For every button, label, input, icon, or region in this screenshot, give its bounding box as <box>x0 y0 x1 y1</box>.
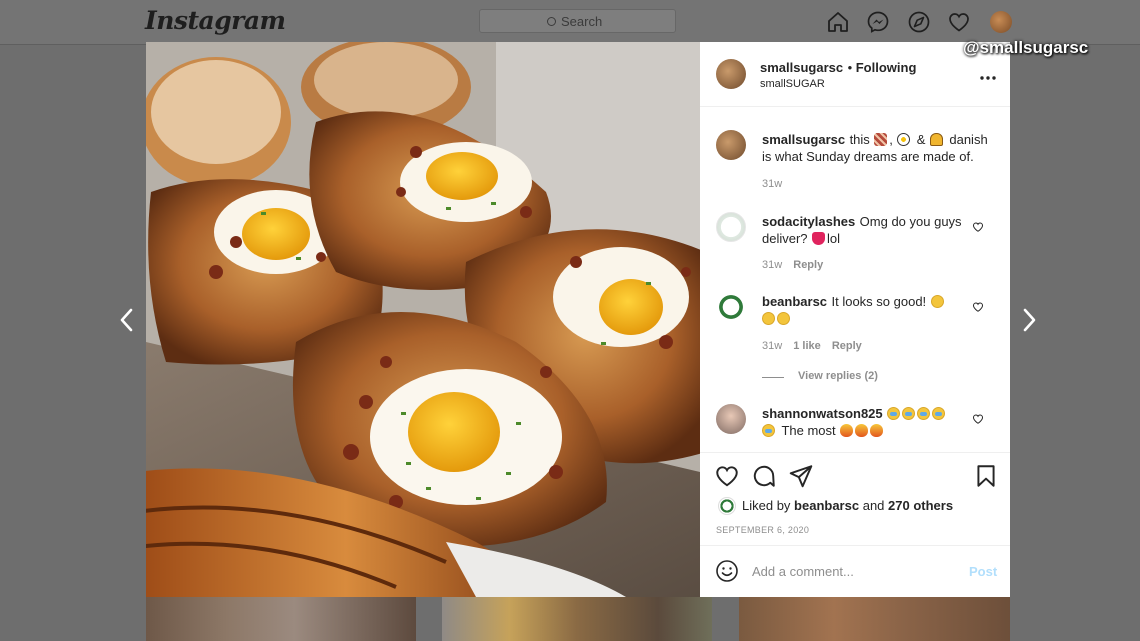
comment-2-time: 31w <box>762 340 783 352</box>
emoji-smiley-icon[interactable] <box>715 559 739 588</box>
home-icon[interactable] <box>826 10 850 34</box>
search-icon <box>547 17 556 26</box>
liked-by-prefix: Liked by <box>742 498 791 513</box>
fire-emoji-icon <box>840 424 854 437</box>
profile-avatar[interactable] <box>990 11 1012 33</box>
caption-time: 31w <box>762 178 783 190</box>
liked-by: Liked by beanbarsc and 270 others <box>742 498 953 513</box>
crying-emoji-icon <box>762 424 775 437</box>
caption-line-2: is what Sunday dreams are made of. <box>762 149 974 164</box>
search-placeholder: Search <box>547 14 602 29</box>
view-replies-button[interactable]: View replies (2) <box>798 370 878 382</box>
comment-2-username[interactable]: beanbarsc <box>762 294 827 309</box>
comment-2: beanbarsc It looks so good! <box>762 293 946 327</box>
instagram-logo[interactable]: Instagram <box>145 6 286 35</box>
caption: smallsugarsc this , & danish is what Sun… <box>762 131 988 165</box>
actions-divider <box>700 452 1010 453</box>
laughing-emoji-icon <box>762 312 775 325</box>
share-paper-plane-icon[interactable] <box>788 463 814 494</box>
crying-emoji-icon <box>887 407 901 420</box>
post-photo[interactable] <box>146 42 700 597</box>
author-subtitle: smallSUGAR <box>760 78 825 90</box>
caption-text-after: danish <box>949 132 988 147</box>
comment-1-text-line-2a: deliver? <box>762 231 808 246</box>
liked-by-avatar[interactable] <box>718 497 736 515</box>
comment-3-text: The most <box>781 423 836 438</box>
next-post-arrow-icon[interactable] <box>1019 306 1039 334</box>
comment-3: shannonwatson825 The most <box>762 405 947 439</box>
comment-3-username[interactable]: shannonwatson825 <box>762 406 883 421</box>
bread-emoji-icon <box>929 133 943 146</box>
comment-1-username[interactable]: sodacitylashes <box>762 214 855 229</box>
related-post-thumbnail-3[interactable] <box>739 597 1010 641</box>
comment-2-likes[interactable]: 1 like <box>793 340 821 352</box>
crying-emoji-icon <box>902 407 916 420</box>
caption-text-before: this <box>849 132 870 147</box>
post-side-panel: smallsugarsc • Following smallSUGAR smal… <box>700 42 1010 597</box>
pastry-photo-illustration <box>146 42 700 597</box>
author-username[interactable]: smallsugarsc <box>760 60 843 75</box>
comment-box-divider <box>700 545 1010 546</box>
following-button[interactable]: Following <box>856 60 917 75</box>
red-heart-emoji-icon <box>811 232 825 245</box>
caption-avatar[interactable] <box>716 130 746 160</box>
comment-2-avatar[interactable] <box>716 292 746 322</box>
previous-post-arrow-icon[interactable] <box>117 306 137 334</box>
search-input[interactable]: Search <box>479 9 676 33</box>
liked-by-user[interactable]: beanbarsc <box>794 498 859 513</box>
liked-by-others[interactable]: 270 others <box>888 498 953 513</box>
view-replies-line <box>762 377 784 378</box>
save-bookmark-icon[interactable] <box>973 463 999 494</box>
add-comment-input[interactable]: Add a comment... <box>752 564 854 579</box>
fire-emoji-icon <box>855 424 869 437</box>
related-post-thumbnail-2[interactable] <box>442 597 712 641</box>
comment-2-like-icon[interactable] <box>972 300 984 312</box>
comment-2-meta: 31w 1 like Reply <box>762 340 862 352</box>
follow-dot: • <box>847 60 856 75</box>
messenger-icon[interactable] <box>866 10 890 34</box>
like-heart-icon[interactable] <box>714 463 740 494</box>
comment-2-text: It looks so good! <box>831 294 927 309</box>
fire-emoji-icon <box>870 424 884 437</box>
comment-1-text-line-1: Omg do you guys <box>859 214 962 229</box>
comment-1-avatar[interactable] <box>716 212 746 242</box>
watermark-handle: @smallsugarsc <box>963 38 1089 57</box>
comment-3-like-icon[interactable] <box>972 412 984 424</box>
activity-heart-icon[interactable] <box>947 10 971 34</box>
comment-1-like-icon[interactable] <box>972 220 984 232</box>
comment-1-time: 31w <box>762 259 783 271</box>
related-post-thumbnail-1[interactable] <box>146 597 416 641</box>
crying-emoji-icon <box>917 407 931 420</box>
comment-1-meta: 31w Reply <box>762 259 823 271</box>
comment-2-reply-button[interactable]: Reply <box>832 340 862 352</box>
laughing-emoji-icon <box>930 295 944 308</box>
caption-comma-1: , <box>889 132 893 147</box>
more-options-icon[interactable] <box>980 68 996 86</box>
laughing-emoji-icon <box>777 312 790 325</box>
bacon-emoji-icon <box>874 133 888 146</box>
cooking-egg-emoji-icon <box>897 133 911 146</box>
comment-bubble-icon[interactable] <box>751 463 777 494</box>
comment-1-text-line-2b: lol <box>826 231 840 246</box>
liked-by-and: and <box>862 498 885 513</box>
comment-1: sodacitylashes Omg do you guys deliver? … <box>762 213 962 247</box>
comment-3-avatar[interactable] <box>716 404 746 434</box>
author-avatar[interactable] <box>716 59 746 89</box>
post-date[interactable]: SEPTEMBER 6, 2020 <box>716 525 809 535</box>
comment-1-reply-button[interactable]: Reply <box>793 259 823 271</box>
caption-username[interactable]: smallsugarsc <box>762 132 845 147</box>
explore-icon[interactable] <box>907 10 931 34</box>
caption-ampersand: & <box>916 132 926 147</box>
crying-emoji-icon <box>932 407 946 420</box>
post-comment-button[interactable]: Post <box>969 564 997 579</box>
